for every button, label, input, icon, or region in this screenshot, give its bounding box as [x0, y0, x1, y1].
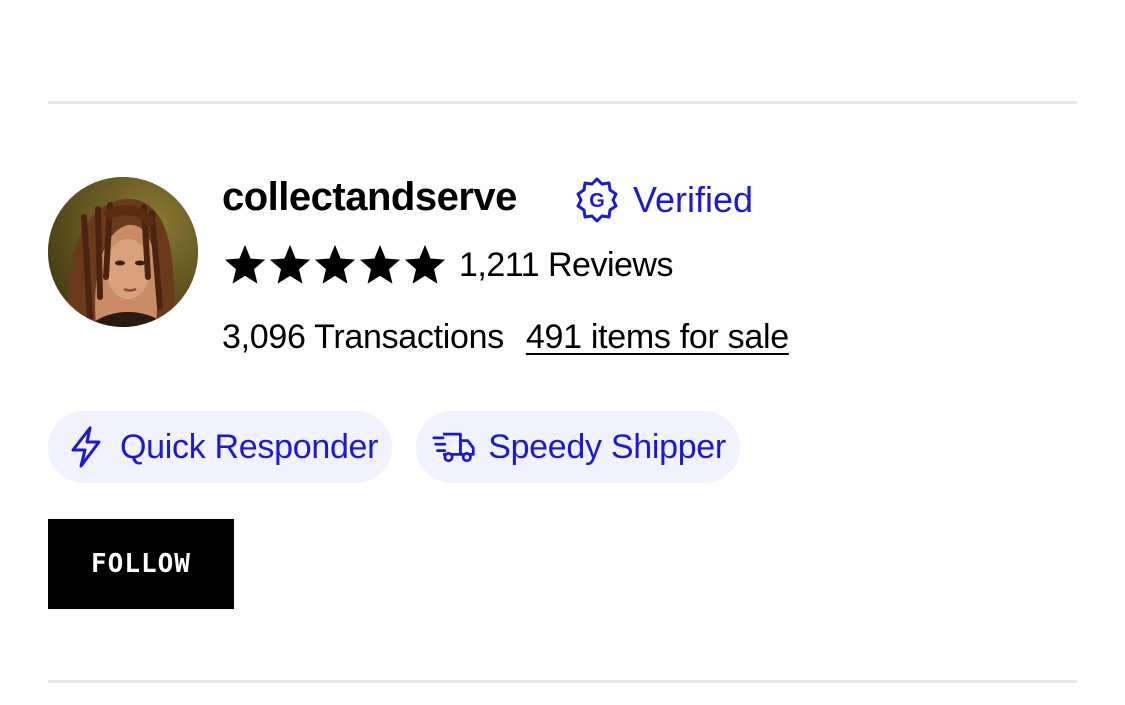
seller-stats: 3,096 Transactions 491 items for sale — [222, 314, 789, 360]
seller-badges: Quick Responder Speedy Shipper — [48, 411, 764, 483]
items-for-sale-link[interactable]: 491 items for sale — [526, 318, 789, 357]
rating-stars — [222, 242, 447, 288]
star-icon — [314, 244, 356, 284]
seller-profile-card: collectandserve G Verified 1,211 Reviews… — [0, 0, 1125, 705]
badge-label: Quick Responder — [120, 427, 379, 466]
verified-label: Verified — [633, 179, 754, 220]
seller-username[interactable]: collectandserve — [222, 172, 517, 222]
delivery-truck-icon — [432, 425, 476, 469]
follow-button[interactable]: FOLLOW — [48, 519, 234, 609]
star-icon — [269, 244, 311, 284]
seller-rating: 1,211 Reviews — [222, 240, 674, 290]
avatar[interactable] — [48, 177, 198, 327]
badge-label: Speedy Shipper — [488, 427, 726, 466]
badge-quick-responder: Quick Responder — [48, 411, 393, 483]
star-icon — [359, 244, 401, 284]
badge-speedy-shipper: Speedy Shipper — [416, 411, 740, 483]
verified-g-badge-icon: G — [573, 176, 621, 224]
bottom-divider — [48, 680, 1077, 683]
svg-text:G: G — [589, 190, 605, 212]
reviews-count[interactable]: 1,211 Reviews — [459, 246, 674, 285]
star-icon — [404, 244, 446, 284]
top-divider — [48, 101, 1077, 104]
star-icon — [224, 244, 266, 284]
transactions-count: 3,096 Transactions — [222, 317, 504, 356]
verified-badge: G Verified — [573, 177, 753, 223]
lightning-bolt-icon — [64, 425, 108, 469]
